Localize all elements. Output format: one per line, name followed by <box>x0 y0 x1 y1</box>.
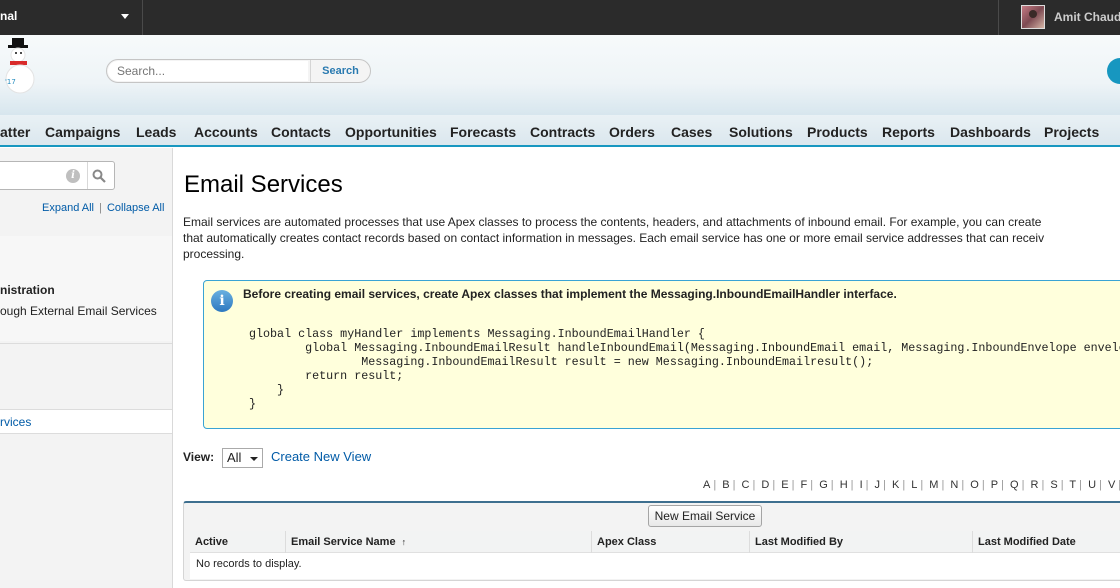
description-line: processing. <box>183 247 245 261</box>
alpha-filter-q[interactable]: Q <box>1010 479 1019 491</box>
main-content: Email Services Email services are automa… <box>174 148 1120 588</box>
info-message-box: i Before creating email services, create… <box>203 280 1120 429</box>
search-input[interactable] <box>108 61 308 81</box>
app-switcher[interactable]: nal <box>0 0 143 35</box>
page-title: Email Services <box>184 171 343 198</box>
info-icon: i <box>211 290 233 312</box>
tab-leads[interactable]: Leads <box>136 124 176 140</box>
column-header-apex-class[interactable]: Apex Class <box>591 531 749 553</box>
alpha-filter-e[interactable]: E <box>781 479 788 491</box>
link-separator: | <box>99 202 102 214</box>
sort-ascending-icon: ↑ <box>401 537 407 547</box>
collapse-all-link[interactable]: Collapse All <box>107 202 164 214</box>
view-select[interactable]: All <box>222 448 263 468</box>
results-table: Active Email Service Name ↑ Apex Class La… <box>190 531 1120 579</box>
code-sample: global class myHandler implements Messag… <box>249 327 1120 411</box>
svg-text:'17: '17 <box>5 78 16 86</box>
empty-message: No records to display. <box>196 558 302 570</box>
tab-chatter[interactable]: atter <box>0 124 30 140</box>
setup-sidebar: i Expand All | Collapse All nistration o… <box>0 148 173 588</box>
sidebar-item-email-services[interactable]: rvices <box>0 409 172 434</box>
alpha-filter-h[interactable]: H <box>840 479 848 491</box>
alpha-filter-p[interactable]: P <box>991 479 998 491</box>
sidebar-item-label: rvices <box>0 415 32 429</box>
user-name[interactable]: Amit Chaudl <box>1054 10 1120 24</box>
tab-bar: atter Campaigns Leads Accounts Contacts … <box>0 115 1120 147</box>
snowman-logo-icon[interactable]: '17 <box>0 37 48 101</box>
column-label: Last Modified Date <box>978 536 1076 548</box>
quick-find-input[interactable]: i <box>0 161 115 190</box>
description-line: that automatically creates contact recor… <box>183 231 1045 245</box>
tab-opportunities[interactable]: Opportunities <box>345 124 437 140</box>
tab-contacts[interactable]: Contacts <box>271 124 331 140</box>
new-email-service-button[interactable]: New Email Service <box>648 505 762 527</box>
column-label: Apex Class <box>597 536 657 548</box>
column-label: Email Service Name <box>291 536 396 548</box>
tab-dashboards[interactable]: Dashboards <box>950 124 1031 140</box>
column-header-last-modified-by[interactable]: Last Modified By <box>749 531 972 553</box>
tab-campaigns[interactable]: Campaigns <box>45 124 120 140</box>
alpha-filter-s[interactable]: S <box>1050 479 1057 491</box>
tab-orders[interactable]: Orders <box>609 124 655 140</box>
expand-collapse-links: Expand All | Collapse All <box>42 202 164 214</box>
expand-all-link[interactable]: Expand All <box>42 202 94 214</box>
tab-reports[interactable]: Reports <box>882 124 935 140</box>
tab-forecasts[interactable]: Forecasts <box>450 124 516 140</box>
tab-contracts[interactable]: Contracts <box>530 124 595 140</box>
table-header: Active Email Service Name ↑ Apex Class La… <box>190 531 1120 553</box>
search-button[interactable]: Search <box>310 60 370 82</box>
divider <box>0 343 172 344</box>
column-header-email-service-name[interactable]: Email Service Name ↑ <box>285 531 591 553</box>
sidebar-item-external-email-services[interactable]: ough External Email Services <box>0 304 157 318</box>
alpha-filter-g[interactable]: G <box>819 479 828 491</box>
alpha-filter-u[interactable]: U <box>1088 479 1096 491</box>
column-label: Active <box>195 536 229 548</box>
alpha-filter-b[interactable]: B <box>722 479 729 491</box>
tab-solutions[interactable]: Solutions <box>729 124 793 140</box>
divider <box>87 162 88 189</box>
column-header-active[interactable]: Active <box>190 531 285 553</box>
tab-products[interactable]: Products <box>807 124 868 140</box>
app-name: nal <box>0 9 18 23</box>
info-icon[interactable]: i <box>66 169 80 183</box>
page-description: Email services are automated processes t… <box>183 214 1120 262</box>
global-search: Search <box>106 59 371 83</box>
view-select-value: All <box>227 450 242 465</box>
user-menu[interactable]: Amit Chaudl <box>998 0 1120 35</box>
tab-cases[interactable]: Cases <box>671 124 712 140</box>
tab-projects[interactable]: Projects <box>1044 124 1099 140</box>
top-bar: nal Amit Chaudl <box>0 0 1120 35</box>
header: '17 Search <box>0 35 1120 115</box>
email-services-list: New Email Service Active Email Service N… <box>183 501 1120 581</box>
column-label: Last Modified By <box>755 536 844 548</box>
sidebar-heading-administration[interactable]: nistration <box>0 283 55 297</box>
alphabet-filter: A | B | C | D | E | F | G | H | I | J | K | L | M | N… <box>703 479 1120 491</box>
create-new-view-link[interactable]: Create New View <box>271 449 371 464</box>
info-title: Before creating email services, create A… <box>243 287 897 301</box>
search-icon[interactable] <box>92 169 106 183</box>
avatar[interactable] <box>1021 5 1045 29</box>
help-icon[interactable] <box>1107 58 1120 84</box>
alpha-filter-o[interactable]: O <box>970 479 979 491</box>
view-label: View: <box>183 450 215 464</box>
chevron-down-icon[interactable] <box>121 14 129 19</box>
chevron-down-icon <box>250 457 258 461</box>
tab-accounts[interactable]: Accounts <box>194 124 258 140</box>
column-header-last-modified-date[interactable]: Last Modified Date <box>972 531 1120 553</box>
description-line: Email services are automated processes t… <box>183 215 1042 229</box>
